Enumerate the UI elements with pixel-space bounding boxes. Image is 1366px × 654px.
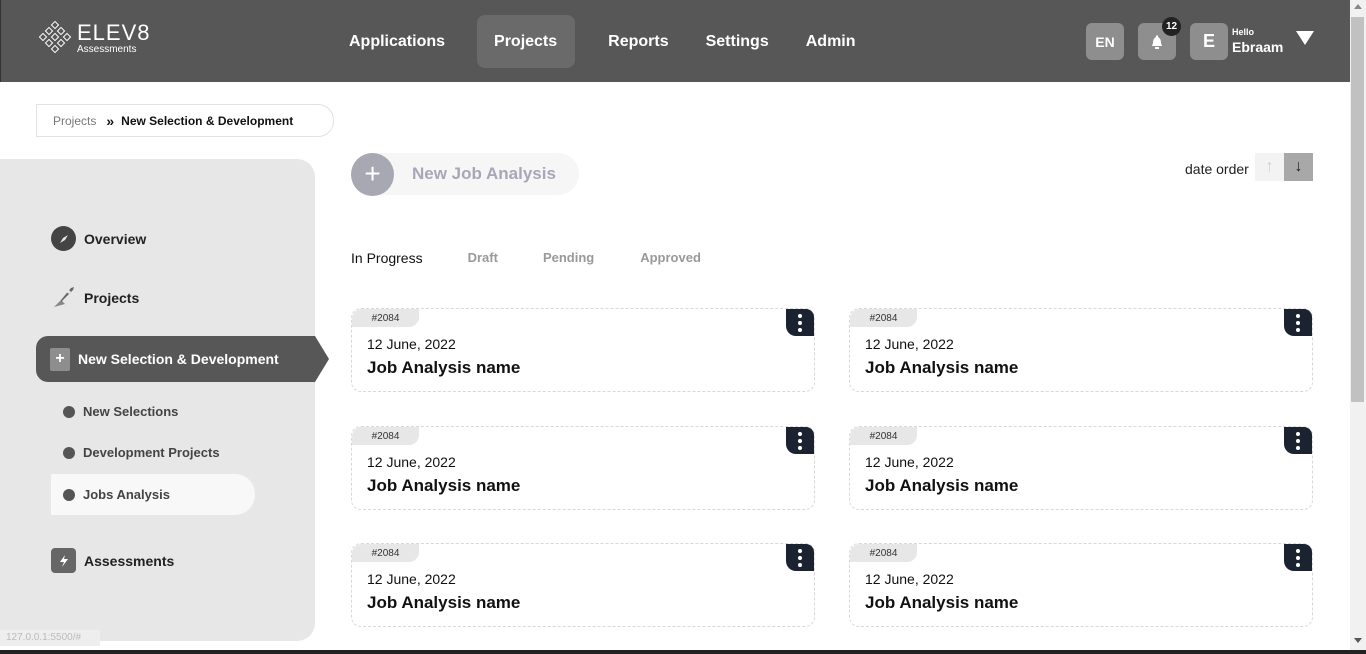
nav-projects[interactable]: Projects — [477, 15, 576, 68]
sidebar-subitem-jobs-analysis[interactable]: Jobs Analysis — [51, 474, 255, 515]
card-id-tag: #2084 — [850, 544, 917, 562]
card-date: 12 June, 2022 — [865, 571, 954, 587]
tab-approved[interactable]: Approved — [640, 250, 701, 266]
greeting-text: Hello — [1232, 27, 1255, 37]
card-date: 12 June, 2022 — [367, 454, 456, 470]
card-id-tag: #2084 — [850, 427, 917, 445]
more-vertical-icon[interactable] — [786, 309, 814, 336]
more-vertical-icon[interactable] — [1284, 427, 1312, 454]
breadcrumb: Projects » New Selection & Development — [36, 104, 334, 137]
status-url-hint: 127.0.0.1:5500/# — [0, 630, 100, 646]
sidebar-item-label: Overview — [84, 230, 147, 247]
arrow-up-icon: ↑ — [1265, 158, 1274, 175]
job-analysis-card[interactable]: #2084 12 June, 2022 Job Analysis name — [351, 308, 815, 392]
sidebar-item-overview[interactable]: Overview — [51, 226, 146, 251]
card-title: Job Analysis name — [865, 358, 1019, 377]
sidebar-item-label: Projects — [84, 289, 140, 306]
main-nav: Applications Projects Reports Settings A… — [331, 15, 874, 68]
plus-icon: + — [351, 152, 394, 196]
card-id-tag: #2084 — [352, 309, 419, 327]
sidebar-subitem-label: New Selections — [83, 404, 179, 419]
sidebar-item-label: Assessments — [84, 552, 175, 569]
tab-draft[interactable]: Draft — [468, 250, 498, 266]
sidebar-subitem-label: Jobs Analysis — [83, 487, 170, 502]
logo[interactable]: ELEV8 Assessments — [37, 20, 151, 56]
nav-settings[interactable]: Settings — [689, 15, 787, 68]
more-vertical-icon[interactable] — [786, 427, 814, 454]
bullet-icon — [63, 488, 75, 501]
tab-pending[interactable]: Pending — [543, 250, 594, 266]
logo-brand: ELEV8 — [77, 19, 151, 45]
job-analysis-card[interactable]: #2084 12 June, 2022 Job Analysis name — [351, 543, 815, 627]
nav-reports[interactable]: Reports — [591, 15, 686, 68]
sort-descending-button[interactable]: ↓ — [1284, 153, 1313, 181]
scrollbar-thumb[interactable] — [1351, 17, 1364, 402]
card-title: Job Analysis name — [367, 358, 521, 377]
sidebar-item-projects[interactable]: Projects — [51, 285, 139, 310]
sort-ascending-button[interactable]: ↑ — [1255, 153, 1284, 181]
card-title: Job Analysis name — [367, 593, 521, 612]
breadcrumb-current: New Selection & Development — [121, 113, 294, 128]
sidebar-item-new-selection-development[interactable]: + New Selection & Development — [36, 336, 329, 382]
card-id-tag: #2084 — [352, 544, 419, 562]
page-scrollbar[interactable] — [1350, 0, 1366, 654]
more-vertical-icon[interactable] — [786, 544, 814, 571]
card-title: Job Analysis name — [865, 593, 1019, 612]
user-greeting[interactable]: Hello Ebraam — [1232, 27, 1284, 55]
assessment-icon — [51, 548, 76, 573]
card-date: 12 June, 2022 — [865, 454, 954, 470]
more-vertical-icon[interactable] — [1284, 544, 1312, 571]
job-analysis-card[interactable]: #2084 12 June, 2022 Job Analysis name — [849, 426, 1313, 510]
logo-subtitle: Assessments — [77, 43, 137, 55]
job-analysis-card[interactable]: #2084 12 June, 2022 Job Analysis name — [351, 426, 815, 510]
job-analysis-card[interactable]: #2084 12 June, 2022 Job Analysis name — [849, 543, 1313, 627]
card-id-tag: #2084 — [850, 309, 917, 327]
scroll-up-arrow-icon[interactable] — [1354, 4, 1362, 9]
more-vertical-icon[interactable] — [1284, 309, 1312, 336]
compass-icon — [51, 226, 76, 251]
scroll-down-arrow-icon[interactable] — [1354, 638, 1362, 643]
sidebar-subitem-development-projects[interactable]: Development Projects — [51, 432, 255, 473]
caret-down-icon[interactable] — [1296, 31, 1314, 45]
sidebar: Overview Projects + New Selection & Deve… — [0, 159, 329, 641]
breadcrumb-projects-link[interactable]: Projects — [53, 114, 96, 128]
bell-icon — [1152, 34, 1162, 49]
notification-badge: 12 — [1162, 17, 1181, 36]
card-date: 12 June, 2022 — [367, 336, 456, 352]
new-job-analysis-button[interactable]: + New Job Analysis — [351, 152, 579, 196]
rocket-icon — [51, 285, 76, 310]
bottom-border — [0, 650, 1366, 654]
card-id-tag: #2084 — [352, 427, 419, 445]
avatar[interactable]: E — [1190, 23, 1228, 60]
card-date: 12 June, 2022 — [367, 571, 456, 587]
double-chevron-right-icon: » — [106, 112, 115, 129]
new-job-analysis-label: New Job Analysis — [412, 164, 556, 183]
sidebar-subitem-label: Development Projects — [83, 445, 220, 460]
bullet-icon — [63, 446, 75, 459]
add-document-icon: + — [50, 347, 70, 371]
card-date: 12 June, 2022 — [865, 336, 954, 352]
card-title: Job Analysis name — [865, 476, 1019, 495]
sidebar-subitem-new-selections[interactable]: New Selections — [51, 391, 255, 432]
nav-applications[interactable]: Applications — [331, 15, 477, 68]
nav-admin[interactable]: Admin — [789, 15, 874, 68]
sidebar-item-label: New Selection & Development — [78, 351, 279, 367]
user-name: Ebraam — [1232, 39, 1284, 55]
arrow-down-icon: ↓ — [1294, 158, 1303, 175]
job-analysis-card[interactable]: #2084 12 June, 2022 Job Analysis name — [849, 308, 1313, 392]
sort-label: date order — [1185, 161, 1249, 177]
status-tabs: In Progress Draft Pending Approved — [351, 250, 746, 266]
sidebar-item-assessments[interactable]: Assessments — [51, 548, 174, 573]
card-title: Job Analysis name — [367, 476, 521, 495]
logo-diamond-icon — [37, 20, 73, 56]
tab-in-progress[interactable]: In Progress — [351, 250, 423, 266]
bullet-icon — [63, 405, 75, 418]
language-button[interactable]: EN — [1086, 23, 1124, 60]
